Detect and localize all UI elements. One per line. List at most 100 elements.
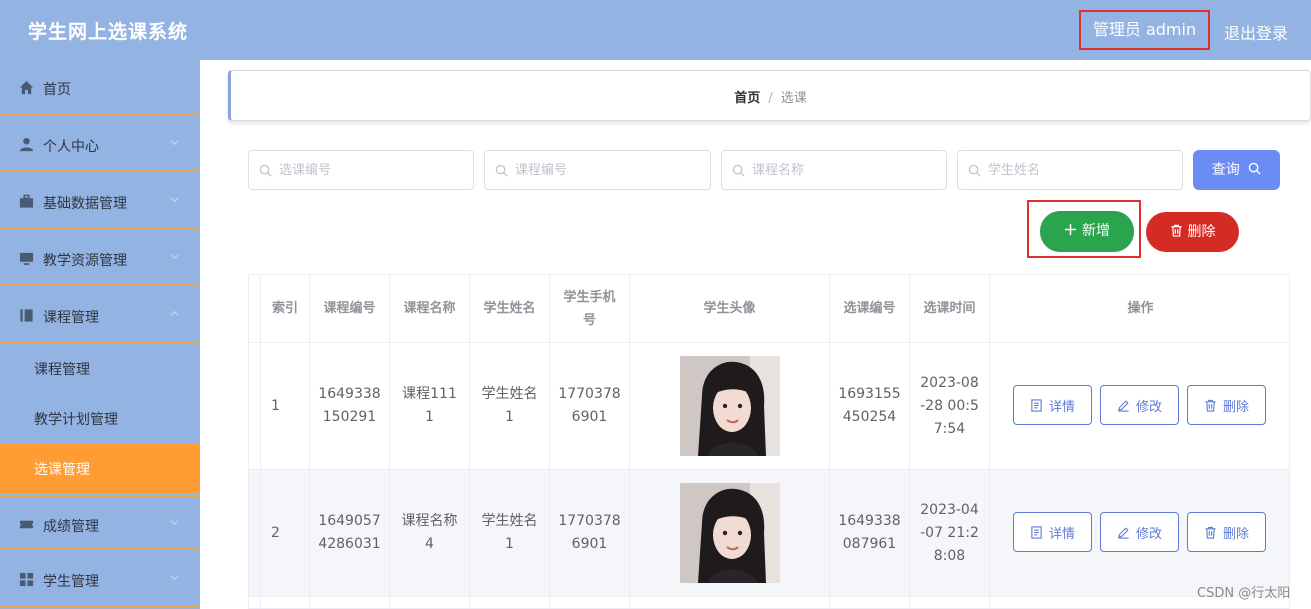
sidebar-item-home[interactable]: 首页 [0,60,200,115]
sidebar-subitem-label: 教学计划管理 [34,412,118,428]
table-cell-course-name: 课程1111 [390,343,470,470]
search-icon [1248,162,1261,175]
table-header-actions: 操作 [990,275,1289,343]
table-cell-index: 2 [261,470,310,597]
home-icon [19,80,34,95]
table-cell-course-no: 16490574286031 [310,470,390,597]
detail-button-label: 详情 [1048,526,1075,542]
sidebar-item-course-management[interactable]: 课程管理 [0,288,200,343]
edit-icon [1118,526,1129,539]
table-cell-phone: 17703786901 [550,470,630,597]
sidebar-subitem-course-selection[interactable]: 选课管理 [0,443,200,493]
monitor-icon [19,252,34,265]
table-cell [261,597,310,608]
table-cell [830,597,910,608]
sidebar-item-label: 个人中心 [43,139,99,155]
chevron-down-icon [170,254,179,260]
search-input-select-no[interactable] [279,151,459,189]
chevron-down-icon [170,575,179,581]
table-cell-index: 1 [261,343,310,470]
table-header-phone: 学生手机号 [550,275,630,343]
briefcase-icon [19,194,34,208]
search-icon [968,164,981,177]
chevron-down-icon [170,520,179,526]
top-header: 学生网上选课系统 管理员 admin 退出登录 [0,0,1311,60]
table-cell [310,597,390,608]
chevron-down-icon [170,140,179,146]
batch-delete-button[interactable]: 删除 [1146,212,1239,252]
search-field-student-name[interactable] [957,150,1183,190]
table-cell [550,597,630,608]
add-button-label: 新增 [1082,223,1110,239]
selection-table: 索引 课程编号 课程名称 学生姓名 学生手机号 学生头像 选课编号 选课时间 操… [248,274,1290,609]
table-cell [470,597,550,608]
search-input-course-no[interactable] [515,151,695,189]
edit-button-label: 修改 [1135,399,1162,415]
query-button[interactable]: 查询 [1193,150,1280,190]
table-cell-avatar [630,597,830,608]
student-avatar[interactable] [679,356,780,456]
search-input-student-name[interactable] [988,151,1168,189]
breadcrumb: 首页 / 选课 [231,87,1310,106]
table-cell-student-name: 学生姓名1 [470,470,550,597]
ticket-icon [19,520,34,529]
search-icon [259,164,272,177]
sidebar-subitem-label: 选课管理 [34,462,90,478]
row-delete-button[interactable]: 删除 [1187,385,1266,425]
search-input-course-name[interactable] [752,151,932,189]
table-cell-avatar [630,343,830,470]
search-field-select-no[interactable] [248,150,474,190]
chevron-up-icon [170,310,179,316]
table-cell [390,597,470,608]
search-icon [495,164,508,177]
table-cell [910,597,990,608]
table-cell-select-time: 2023-04-07 21:28:08 [910,470,990,597]
table-header-select-no: 选课编号 [830,275,910,343]
table-row-selection [249,470,261,597]
row-delete-button[interactable]: 删除 [1187,512,1266,552]
current-user-label[interactable]: 管理员 admin [1079,10,1210,50]
edit-button[interactable]: 修改 [1100,385,1179,425]
table-cell-course-name: 课程名称4 [390,470,470,597]
table-cell-student-name: 学生姓名1 [470,343,550,470]
table-cell-select-no: 1649338087961 [830,470,910,597]
sidebar-item-basic-data[interactable]: 基础数据管理 [0,174,200,229]
watermark: CSDN @行太阳 [1197,586,1291,601]
sidebar-subitem-course[interactable]: 课程管理 [0,343,200,393]
sidebar-item-profile[interactable]: 个人中心 [0,117,200,172]
sidebar-item-label: 教学资源管理 [43,253,127,269]
logout-link[interactable]: 退出登录 [1224,20,1288,44]
edit-button[interactable]: 修改 [1100,512,1179,552]
search-field-course-name[interactable] [721,150,947,190]
sidebar-item-label: 学生管理 [43,574,99,590]
sidebar-subitem-label: 课程管理 [34,362,90,378]
sidebar-item-grades[interactable]: 成绩管理 [0,495,200,550]
sidebar-subitem-teaching-plan[interactable]: 教学计划管理 [0,393,200,443]
table-cell-select-time: 2023-08-28 00:57:54 [910,343,990,470]
chevron-down-icon [170,197,179,203]
search-field-course-no[interactable] [484,150,711,190]
add-button[interactable]: 新增 [1040,211,1134,252]
main-content: 首页/选课 查询 新增 删除 索引 课程编号 课程名称 学生姓名 学生手 [200,60,1311,609]
detail-button[interactable]: 详情 [1013,385,1092,425]
breadcrumb-home[interactable]: 首页 [734,91,760,106]
search-icon [732,164,745,177]
breadcrumb-separator: / [768,91,773,106]
table-header-student-name: 学生姓名 [470,275,550,343]
detail-button[interactable]: 详情 [1013,512,1092,552]
table-header-course-name: 课程名称 [390,275,470,343]
sidebar-item-teaching-resources[interactable]: 教学资源管理 [0,231,200,286]
sidebar-item-label: 首页 [43,82,71,98]
table-cell-select-no: 1693155450254 [830,343,910,470]
student-avatar[interactable] [679,483,780,583]
query-button-label: 查询 [1211,162,1240,178]
row-delete-button-label: 删除 [1222,399,1249,415]
app-title: 学生网上选课系统 [28,21,189,43]
table-cell-avatar [630,470,830,597]
sidebar-item-students[interactable]: 学生管理 [0,552,200,607]
edit-button-label: 修改 [1135,526,1162,542]
sidebar-item-label: 课程管理 [43,310,99,326]
table-header-course-no: 课程编号 [310,275,390,343]
document-icon [1031,525,1042,539]
table-header-index: 索引 [261,275,310,343]
